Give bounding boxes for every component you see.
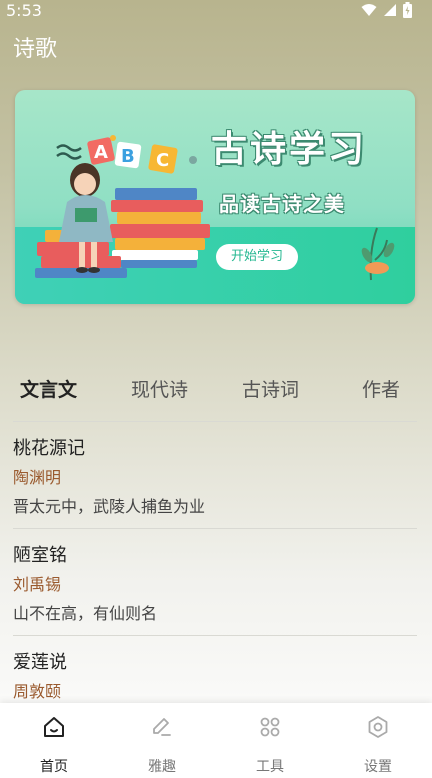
nav-settings[interactable]: 设置 <box>324 703 432 778</box>
wifi-icon <box>361 4 377 16</box>
banner-subtitle: 品读古诗之美 <box>219 192 345 216</box>
app-title: 诗歌 <box>13 37 58 62</box>
status-time: 5:53 <box>6 1 42 20</box>
settings-icon <box>368 716 388 738</box>
home-icon <box>44 717 64 737</box>
start-learning-button[interactable]: 开始学习 <box>216 244 298 270</box>
tab-ancient-poetry[interactable]: 古诗词 <box>242 375 299 402</box>
poem-title: 桃花源记 <box>13 438 85 459</box>
divider <box>13 528 417 529</box>
nav-label: 首页 <box>40 759 68 775</box>
nav-label: 工具 <box>256 759 284 775</box>
poem-title: 爱莲说 <box>13 652 67 673</box>
poem-excerpt: 山不在高，有仙则名 <box>13 604 158 623</box>
status-bar: 5:53 <box>0 0 432 22</box>
tab-modern-poetry[interactable]: 现代诗 <box>131 375 188 402</box>
edit-icon <box>153 718 171 736</box>
status-icons <box>361 2 412 18</box>
divider <box>13 421 417 422</box>
poem-excerpt: 晋太元中，武陵人捕鱼为业 <box>13 497 206 516</box>
banner-title: 古诗学习 <box>211 129 368 170</box>
poem-title: 陋室铭 <box>13 545 67 566</box>
nav-elegance[interactable]: 雅趣 <box>108 703 216 778</box>
svg-text:A: A <box>94 142 108 163</box>
bottom-nav: 首页 雅趣 工具 设置 <box>0 703 432 778</box>
nav-home[interactable]: 首页 <box>0 703 108 778</box>
nav-label: 设置 <box>364 759 392 775</box>
grid-icon <box>260 717 280 737</box>
nav-label: 雅趣 <box>148 759 176 775</box>
battery-icon <box>403 2 412 18</box>
nav-tools[interactable]: 工具 <box>216 703 324 778</box>
banner[interactable]: A B C 古诗学习 品读古诗之美 开始学习 <box>15 90 415 304</box>
poem-author: 刘禹锡 <box>13 575 62 594</box>
list-item[interactable]: 陋室铭 刘禹锡 山不在高，有仙则名 <box>13 542 417 628</box>
svg-text:B: B <box>121 146 135 167</box>
poem-author: 陶渊明 <box>13 468 62 487</box>
list-item[interactable]: 桃花源记 陶渊明 晋太元中，武陵人捕鱼为业 <box>13 435 417 521</box>
list-item[interactable]: 爱莲说 周敦颐 <box>13 649 417 706</box>
category-tabs: 文言文 现代诗 古诗词 作者 <box>0 375 432 407</box>
poem-author: 周敦颐 <box>13 682 62 701</box>
divider <box>13 635 417 636</box>
tab-authors[interactable]: 作者 <box>362 375 400 402</box>
tab-classical-prose[interactable]: 文言文 <box>20 375 77 402</box>
svg-text:C: C <box>156 150 169 171</box>
signal-icon <box>384 4 396 16</box>
